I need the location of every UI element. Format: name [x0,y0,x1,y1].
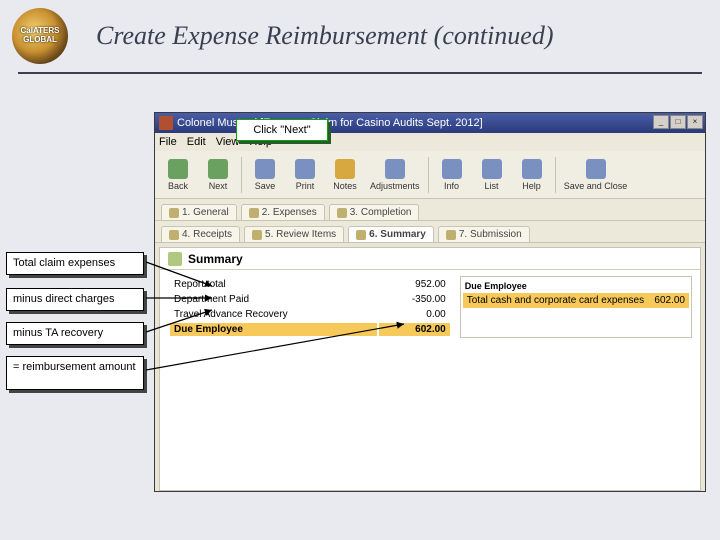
tab-row-1: 1. General 2. Expenses 3. Completion [155,199,705,221]
minimize-button[interactable]: _ [653,115,669,129]
window-title: Colonel Mustard [Expense Claim for Casin… [177,117,483,129]
row-report-total: Report total 952.00 [170,278,450,291]
tab-row-2: 4. Receipts 5. Review Items 6. Summary 7… [155,221,705,243]
back-icon [168,159,188,179]
tab-review[interactable]: 5. Review Items [244,226,344,242]
annot-reimbursement: = reimbursement amount [6,356,144,390]
app-icon [159,116,173,130]
menu-file[interactable]: File [159,136,177,148]
summary-title: Summary [188,252,243,266]
save-close-icon [586,159,606,179]
close-button[interactable]: × [687,115,703,129]
totals-table: Report total 952.00 Department Paid -350… [168,276,452,338]
doc-icon [169,208,179,218]
toolbar-separator [241,157,242,193]
toolbar-separator [428,157,429,193]
menu-edit[interactable]: Edit [187,136,206,148]
row-ta-recovery: Travel Advance Recovery 0.00 [170,308,450,321]
toolbar: Back Next Save Print Notes Adjustments I… [155,151,705,199]
tab-expenses[interactable]: 2. Expenses [241,204,325,220]
due-employee-header: Due Employee [463,279,689,293]
grid-icon [249,208,259,218]
due-employee-box: Due Employee Total cash and corporate ca… [460,276,692,338]
annot-direct-charges: minus direct charges [6,288,144,311]
tab-general[interactable]: 1. General [161,204,237,220]
slide-header: CalATERS GLOBAL Create Expense Reimburse… [0,0,720,72]
summary-body: Report total 952.00 Department Paid -350… [160,270,700,344]
next-icon [208,159,228,179]
summary-icon [356,230,366,240]
window-controls: _ □ × [653,115,703,129]
adjustments-button[interactable]: Adjustments [366,153,424,197]
receipt-icon [169,230,179,240]
summary-header: Summary [160,248,700,270]
maximize-button[interactable]: □ [670,115,686,129]
title-rule [18,72,702,74]
calaters-logo: CalATERS GLOBAL [12,8,68,64]
tab-submission[interactable]: 7. Submission [438,226,530,242]
tab-completion[interactable]: 3. Completion [329,204,420,220]
logo-line2: GLOBAL [23,35,57,44]
save-icon [255,159,275,179]
annot-ta-recovery: minus TA recovery [6,322,144,345]
save-button[interactable]: Save [246,153,284,197]
help-button[interactable]: Help [513,153,551,197]
save-close-button[interactable]: Save and Close [560,153,632,197]
notes-button[interactable]: Notes [326,153,364,197]
next-button[interactable]: Next [199,153,237,197]
tab-summary[interactable]: 6. Summary [348,226,434,242]
notes-icon [335,159,355,179]
toolbar-separator [555,157,556,193]
list-button[interactable]: List [473,153,511,197]
check-icon [337,208,347,218]
review-icon [252,230,262,240]
print-button[interactable]: Print [286,153,324,197]
info-icon [442,159,462,179]
back-button[interactable]: Back [159,153,197,197]
submit-icon [446,230,456,240]
summary-panel: Summary Report total 952.00 Department P… [159,247,701,491]
row-due-employee: Due Employee 602.00 [170,323,450,336]
expense-window: Colonel Mustard [Expense Claim for Casin… [154,112,706,492]
callout-click-next: Click "Next" [236,119,328,141]
row-department-paid: Department Paid -350.00 [170,293,450,306]
list-icon [482,159,502,179]
help-icon [522,159,542,179]
annot-total-claim: Total claim expenses [6,252,144,275]
print-icon [295,159,315,179]
tab-receipts[interactable]: 4. Receipts [161,226,240,242]
summary-icon [168,252,182,266]
info-button[interactable]: Info [433,153,471,197]
due-employee-line: Total cash and corporate card expenses 6… [463,293,689,308]
logo-line1: CalATERS [21,26,60,35]
slide-title: Create Expense Reimbursement (continued) [96,21,554,51]
adjust-icon [385,159,405,179]
